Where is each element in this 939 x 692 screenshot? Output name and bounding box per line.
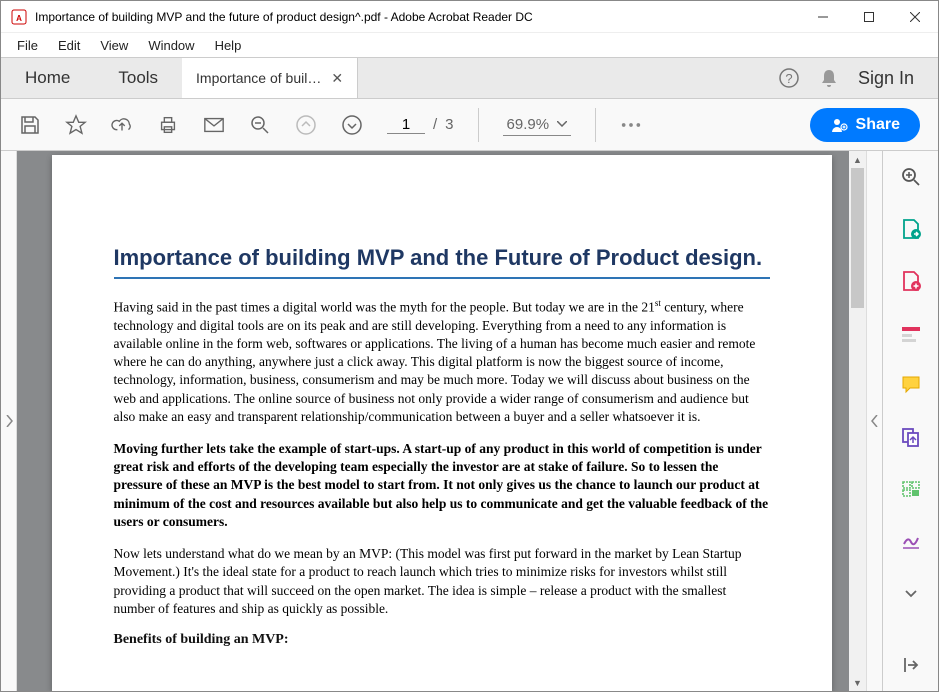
document-page: Importance of building MVP and the Futur… <box>52 155 832 691</box>
window-title: Importance of building MVP and the futur… <box>35 10 800 24</box>
share-user-icon <box>830 116 848 134</box>
toolbar-separator <box>478 108 479 142</box>
collapse-panel-icon[interactable] <box>899 653 923 677</box>
top-tabs: Home Tools Importance of buil… ✕ ? Sign … <box>1 57 938 99</box>
maximize-button[interactable] <box>846 1 892 33</box>
menu-view[interactable]: View <box>92 36 136 55</box>
menu-file[interactable]: File <box>9 36 46 55</box>
zoom-value: 69.9% <box>507 116 550 133</box>
doc-heading: Importance of building MVP and the Futur… <box>114 245 770 279</box>
content-area: Importance of building MVP and the Futur… <box>1 151 938 691</box>
page-indicator: / 3 <box>387 116 454 134</box>
combine-files-icon[interactable] <box>899 425 923 449</box>
svg-text:A: A <box>16 14 22 23</box>
zoom-indicator[interactable]: 69.9% <box>503 114 572 136</box>
left-panel-toggle[interactable] <box>1 151 17 691</box>
search-icon[interactable] <box>249 114 271 136</box>
doc-para3: Now lets understand what do we mean by a… <box>114 545 770 618</box>
menu-help[interactable]: Help <box>207 36 250 55</box>
top-right-tools: ? Sign In <box>778 58 938 98</box>
scrollbar[interactable]: ▲ ▼ <box>849 151 866 691</box>
star-icon[interactable] <box>65 114 87 136</box>
tab-close-icon[interactable]: ✕ <box>331 70 343 87</box>
app-icon: A <box>11 9 27 25</box>
tab-tools[interactable]: Tools <box>94 58 182 98</box>
menubar: File Edit View Window Help <box>1 33 938 57</box>
save-icon[interactable] <box>19 114 41 136</box>
page-down-icon[interactable] <box>341 114 363 136</box>
menu-window[interactable]: Window <box>140 36 202 55</box>
chevron-down-icon <box>557 121 567 127</box>
close-button[interactable] <box>892 1 938 33</box>
print-icon[interactable] <box>157 114 179 136</box>
page-current-input[interactable] <box>387 116 425 134</box>
right-panel <box>882 151 938 691</box>
sign-icon[interactable] <box>899 529 923 553</box>
share-label: Share <box>856 116 900 134</box>
menu-edit[interactable]: Edit <box>50 36 88 55</box>
doc-para1: Having said in the past times a digital … <box>114 297 770 426</box>
more-tools-icon[interactable] <box>899 581 923 605</box>
mail-icon[interactable] <box>203 114 225 136</box>
cloud-upload-icon[interactable] <box>111 114 133 136</box>
document-viewport[interactable]: Importance of building MVP and the Futur… <box>17 151 866 691</box>
bell-icon[interactable] <box>818 67 840 89</box>
more-icon[interactable] <box>620 114 642 136</box>
zoom-panel-icon[interactable] <box>899 165 923 189</box>
export-pdf-icon[interactable] <box>899 217 923 241</box>
right-panel-toggle[interactable] <box>866 151 882 691</box>
scroll-down-icon[interactable]: ▼ <box>849 674 866 691</box>
window-controls <box>800 1 938 33</box>
svg-text:?: ? <box>785 71 792 86</box>
titlebar: A Importance of building MVP and the fut… <box>1 1 938 33</box>
page-total: 3 <box>445 116 453 133</box>
create-pdf-icon[interactable] <box>899 269 923 293</box>
signin-link[interactable]: Sign In <box>858 68 914 89</box>
scroll-up-icon[interactable]: ▲ <box>849 151 866 168</box>
tab-home[interactable]: Home <box>1 58 94 98</box>
doc-para2: Moving further lets take the example of … <box>114 440 770 531</box>
edit-pdf-icon[interactable] <box>899 321 923 345</box>
minimize-button[interactable] <box>800 1 846 33</box>
tab-document[interactable]: Importance of buil… ✕ <box>182 58 358 98</box>
tab-document-label: Importance of buil… <box>196 70 321 86</box>
organize-pages-icon[interactable] <box>899 477 923 501</box>
toolbar-separator <box>595 108 596 142</box>
scroll-thumb[interactable] <box>851 168 864 308</box>
share-button[interactable]: Share <box>810 108 920 142</box>
help-icon[interactable]: ? <box>778 67 800 89</box>
doc-benefits-heading: Benefits of building an MVP: <box>114 632 770 648</box>
page-separator: / <box>433 116 437 133</box>
toolbar: / 3 69.9% Share <box>1 99 938 151</box>
comment-icon[interactable] <box>899 373 923 397</box>
page-up-icon[interactable] <box>295 114 317 136</box>
